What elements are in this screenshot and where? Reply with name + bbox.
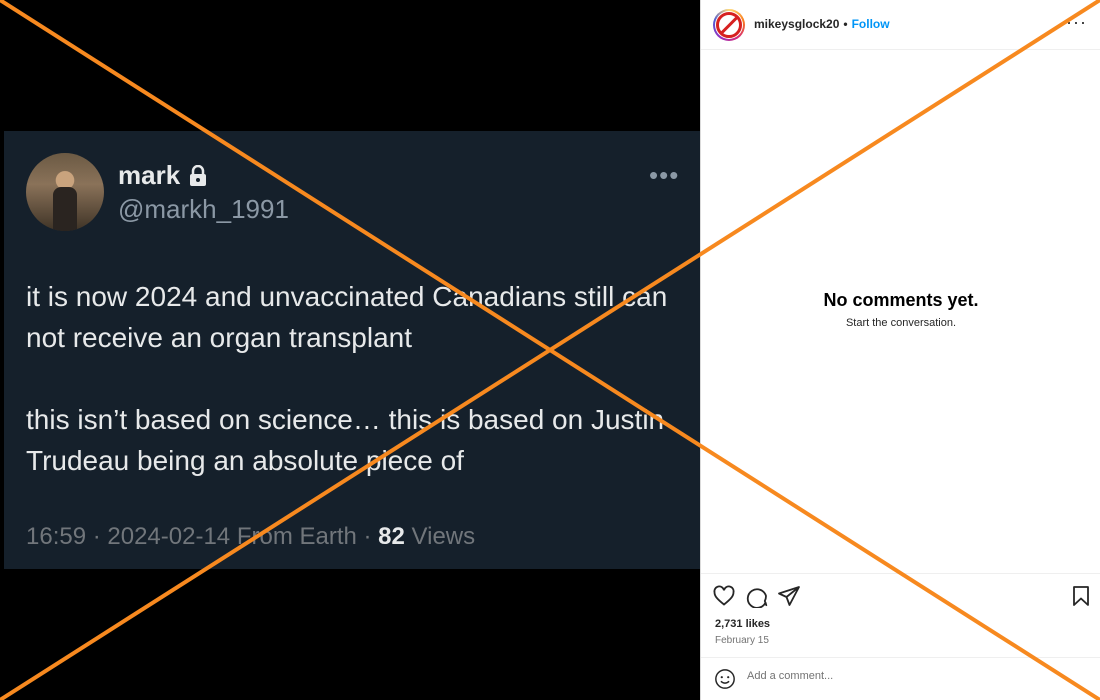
empty-subtitle: Start the conversation.	[845, 317, 957, 329]
follow-button[interactable]: Follow	[852, 17, 890, 31]
tweet-name-text: mark	[118, 160, 181, 190]
post-sidebar: mikeysglock20 • Follow ··· No comments yet…	[700, 0, 1100, 700]
empty-title: No comments yet.	[823, 290, 979, 310]
post-header: mikeysglock20 • Follow ···	[701, 0, 1100, 50]
no-symbol-icon	[715, 11, 743, 39]
post-media: mark @markh_1991 ••• it is now 2024 and …	[0, 0, 700, 700]
tweet-more-icon: •••	[649, 160, 680, 190]
share-icon[interactable]	[777, 584, 801, 608]
comments-empty-state: No comments yet. Start the conversation.	[701, 290, 1100, 329]
more-options-icon[interactable]: ···	[1066, 12, 1087, 33]
tweet-views-label: Views	[404, 523, 476, 550]
heart-icon[interactable]	[712, 584, 736, 608]
tweet-display-name: mark	[118, 160, 208, 191]
tweet-paragraph: this isn’t based on science… this is bas…	[26, 404, 665, 476]
post-date: February 15	[715, 635, 769, 646]
tweet-timestamp: 16:59 · 2024-02-14 From Earth ·	[26, 523, 379, 550]
tweet-screenshot: mark @markh_1991 ••• it is now 2024 and …	[4, 131, 700, 569]
tweet-paragraph: it is now 2024 and unvaccinated Canadian…	[26, 281, 668, 353]
tweet-views-count: 82	[378, 523, 405, 550]
tweet-text: it is now 2024 and unvaccinated Canadian…	[26, 276, 686, 481]
tweet-meta: 16:59 · 2024-02-14 From Earth · 82 Views	[26, 523, 475, 551]
emoji-icon[interactable]	[714, 668, 736, 690]
tweet-handle: @markh_1991	[118, 194, 289, 224]
comment-icon[interactable]	[745, 584, 769, 608]
comment-input[interactable]	[747, 670, 1047, 682]
post-author: mikeysglock20 • Follow	[754, 17, 890, 31]
user-avatar[interactable]	[713, 9, 745, 41]
tweet-avatar	[26, 153, 104, 231]
lock-icon	[190, 164, 207, 186]
post-actions: 2,731 likes February 15	[701, 573, 1100, 657]
bookmark-icon[interactable]	[1069, 584, 1093, 608]
comment-bar	[701, 657, 1100, 700]
likes-count[interactable]: 2,731 likes	[715, 618, 770, 630]
username-link[interactable]: mikeysglock20	[754, 17, 839, 31]
separator-dot: •	[843, 17, 848, 31]
